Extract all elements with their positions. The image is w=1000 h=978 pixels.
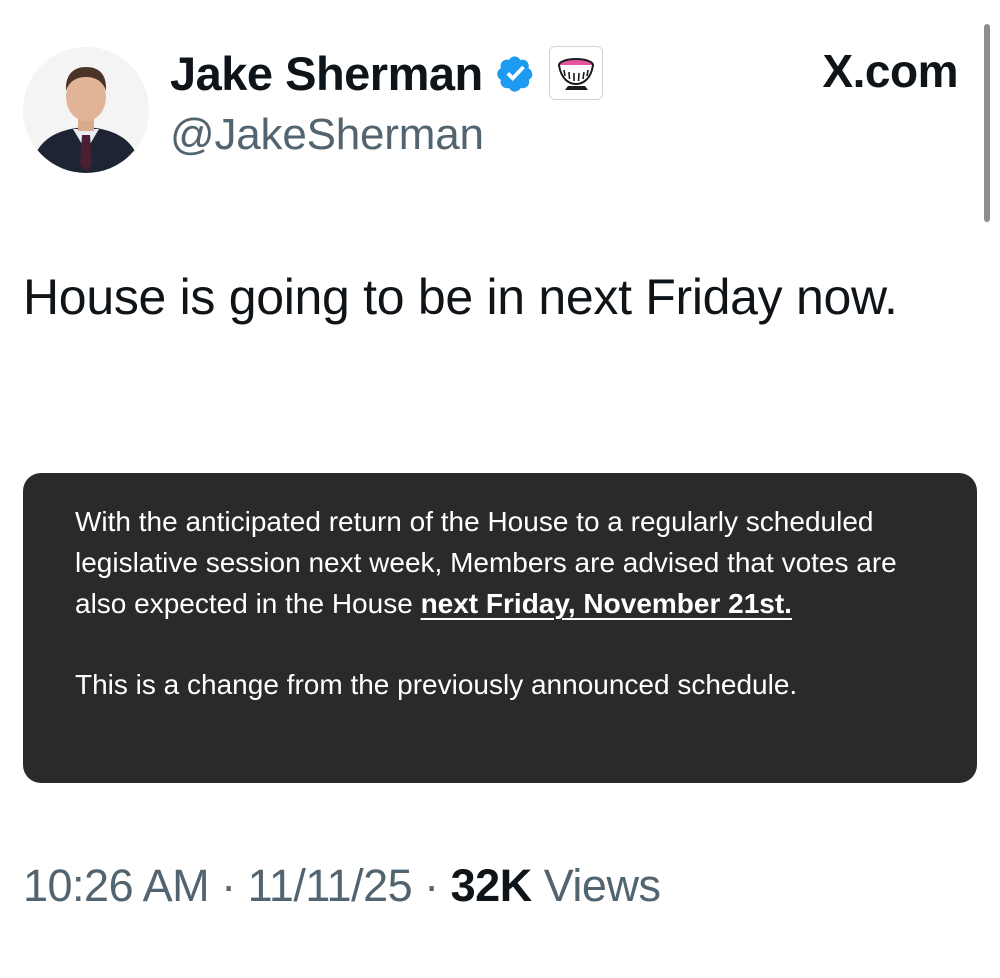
separator: · [221, 860, 236, 911]
author-handle[interactable]: @JakeSherman [170, 110, 484, 160]
attached-notice-image[interactable]: With the anticipated return of the House… [23, 473, 977, 783]
verified-badge-icon[interactable] [493, 50, 539, 96]
author-name-row: Jake Sherman [170, 40, 603, 106]
display-name[interactable]: Jake Sherman [170, 46, 483, 101]
site-label: X.com [822, 45, 958, 97]
tweet-text: House is going to be in next Friday now. [23, 269, 898, 325]
notice-paragraph-1: With the anticipated return of the House… [75, 501, 937, 624]
notice-paragraph-2: This is a change from the previously ann… [75, 669, 798, 700]
notice-emphasis: next Friday, November 21st. [420, 588, 792, 619]
scrollbar[interactable] [984, 24, 990, 222]
views-label[interactable]: Views [544, 860, 661, 911]
tweet-date[interactable]: 11/11/25 [248, 860, 413, 911]
tweet-time[interactable]: 10:26 AM [23, 860, 210, 911]
separator: · [424, 860, 439, 911]
views-count[interactable]: 32K [451, 860, 533, 911]
avatar[interactable] [23, 47, 149, 173]
punchbowl-icon[interactable] [548, 46, 603, 100]
tweet-meta: 10:26 AM · 11/11/25 · 32K Views [23, 860, 661, 912]
